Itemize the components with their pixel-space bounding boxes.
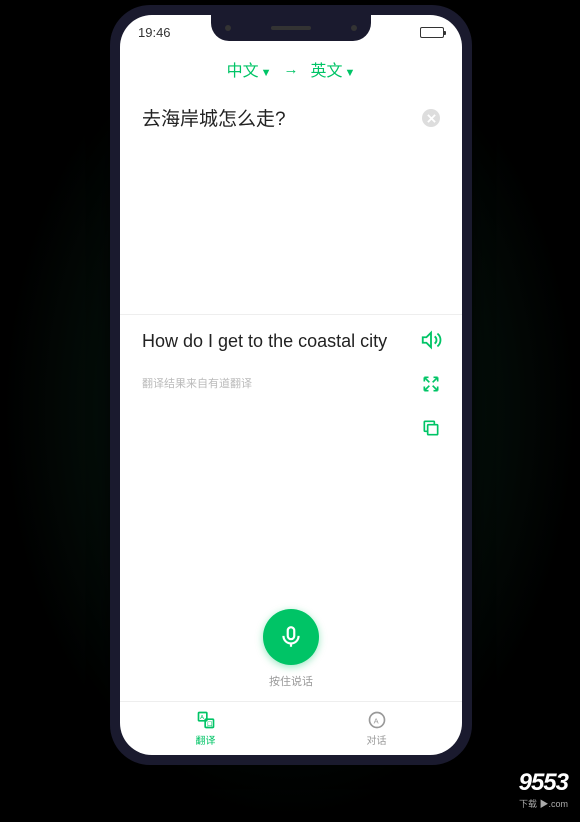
arrow-right-icon: → bbox=[284, 61, 299, 78]
attribution-text: 翻译结果来自有道翻译 bbox=[142, 375, 440, 391]
battery-icon bbox=[420, 27, 444, 38]
svg-text:A: A bbox=[373, 716, 378, 725]
nav-translate[interactable]: A 口 翻译 bbox=[120, 702, 291, 755]
target-language[interactable]: 英文▼ bbox=[311, 57, 356, 81]
phone-frame: 19:46 中文▼ → 英文▼ 去海岸城怎么走? How do I get to… bbox=[110, 5, 472, 765]
bottom-nav: A 口 翻译 A 对话 bbox=[120, 701, 462, 755]
svg-text:A: A bbox=[200, 715, 204, 721]
mic-button[interactable] bbox=[263, 609, 319, 665]
nav-dialog[interactable]: A 对话 bbox=[291, 702, 462, 755]
source-language[interactable]: 中文▼ bbox=[227, 57, 272, 81]
translated-text: How do I get to the coastal city bbox=[142, 329, 440, 353]
watermark: 9553 下载 ▶.com bbox=[519, 769, 568, 810]
status-time: 19:46 bbox=[138, 25, 171, 40]
speaker-icon[interactable] bbox=[420, 329, 442, 351]
dialog-icon: A bbox=[367, 710, 387, 730]
language-selector[interactable]: 中文▼ → 英文▼ bbox=[120, 43, 462, 95]
mic-label: 按住说话 bbox=[269, 673, 313, 689]
input-panel: 去海岸城怎么走? bbox=[120, 95, 462, 315]
screen: 19:46 中文▼ → 英文▼ 去海岸城怎么走? How do I get to… bbox=[120, 15, 462, 755]
svg-text:口: 口 bbox=[206, 721, 212, 728]
clear-button[interactable] bbox=[422, 109, 440, 127]
notch bbox=[211, 15, 371, 41]
fullscreen-icon[interactable] bbox=[420, 373, 442, 395]
source-text[interactable]: 去海岸城怎么走? bbox=[142, 107, 440, 134]
mic-icon bbox=[278, 624, 304, 650]
action-column bbox=[420, 329, 442, 439]
nav-translate-label: 翻译 bbox=[196, 732, 216, 747]
chevron-down-icon: ▼ bbox=[261, 67, 272, 79]
mic-area: 按住说话 bbox=[120, 609, 462, 701]
close-icon bbox=[427, 114, 436, 123]
watermark-sub: 下载 ▶.com bbox=[519, 797, 568, 810]
nav-dialog-label: 对话 bbox=[367, 732, 387, 747]
watermark-main: 9553 bbox=[519, 769, 568, 797]
output-panel: How do I get to the coastal city 翻译结果来自有… bbox=[120, 315, 462, 609]
copy-icon[interactable] bbox=[420, 417, 442, 439]
chevron-down-icon: ▼ bbox=[345, 67, 356, 79]
translate-icon: A 口 bbox=[196, 710, 216, 730]
